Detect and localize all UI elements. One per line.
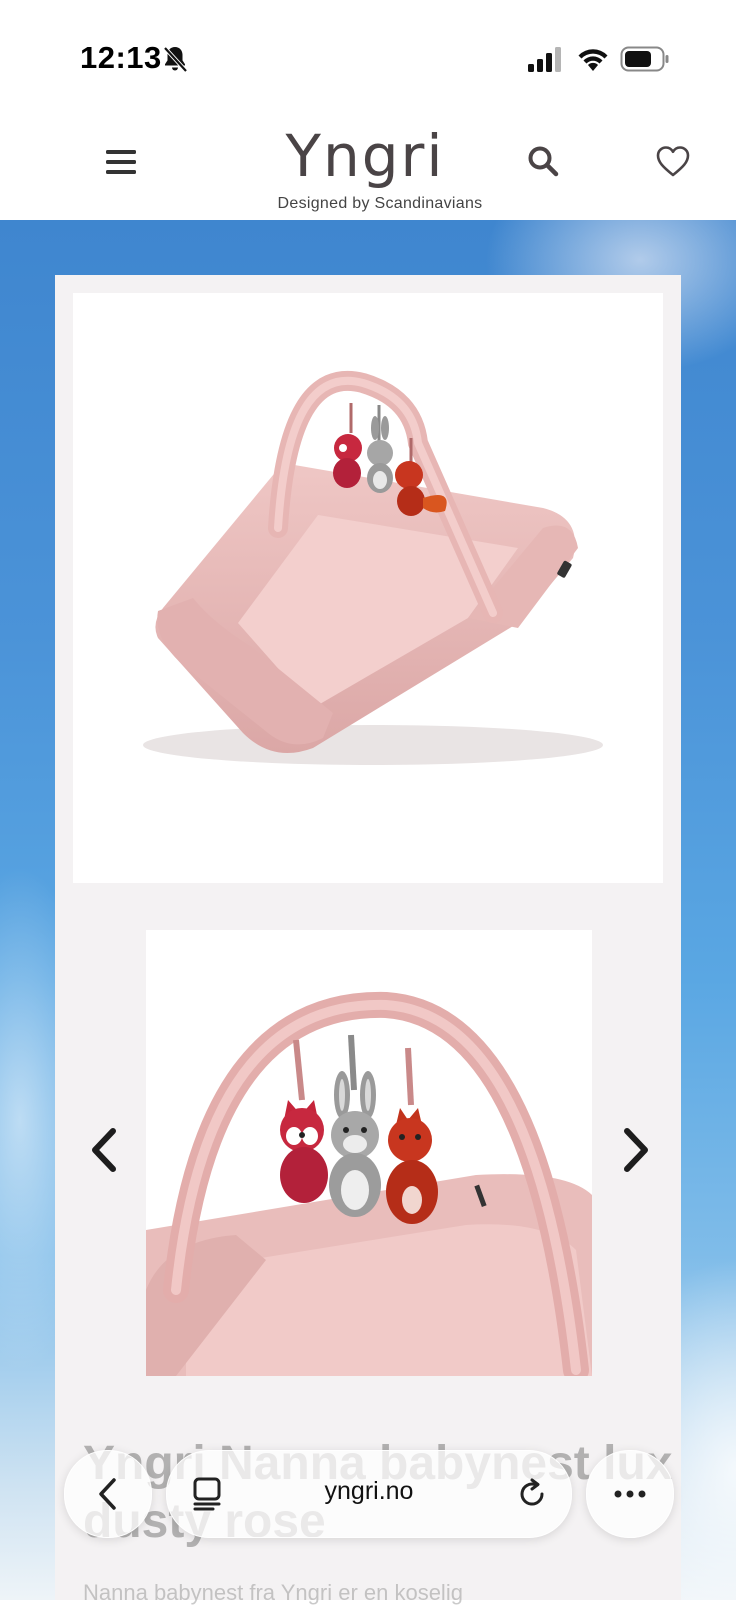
product-description: Nanna babynest fra Yngri er en koselig: [83, 1580, 463, 1605]
reload-icon[interactable]: [515, 1477, 549, 1511]
product-card: Yngri Nanna babynest lux dusty rose Nann…: [55, 275, 681, 1605]
clock: 12:13: [80, 40, 162, 75]
battery-icon: [620, 46, 669, 72]
more-dots-icon: [614, 1490, 646, 1498]
bell-slash-icon: [163, 46, 188, 73]
site-header: Yngri Designed by Scandinavians: [0, 110, 736, 220]
gallery-next-chevron-icon[interactable]: [615, 1125, 655, 1175]
browser-back-button[interactable]: [64, 1450, 152, 1538]
tagline: Designed by Scandinavians: [277, 195, 483, 212]
gallery-prev-chevron-icon[interactable]: [85, 1125, 125, 1175]
babynest-illustration: [143, 370, 603, 765]
thumbnail-image[interactable]: [146, 930, 592, 1376]
browser-address-bar[interactable]: yngri.no: [166, 1450, 572, 1538]
search-icon[interactable]: [526, 144, 560, 178]
url-text[interactable]: yngri.no: [167, 1477, 571, 1506]
status-bar: 12:13: [0, 0, 736, 110]
browser-more-button[interactable]: [586, 1450, 674, 1538]
main-product-image[interactable]: [73, 293, 663, 883]
cellular-signal-icon: [528, 47, 561, 72]
svg-text:Yngri: Yngri: [285, 122, 445, 188]
back-chevron-icon: [99, 1478, 116, 1510]
hamburger-menu-icon[interactable]: [104, 146, 138, 178]
wifi-icon: [578, 49, 608, 71]
heart-icon[interactable]: [655, 144, 691, 178]
arch-toys-illustration: [146, 991, 592, 1376]
yngri-logo[interactable]: Yngri: [280, 118, 450, 188]
